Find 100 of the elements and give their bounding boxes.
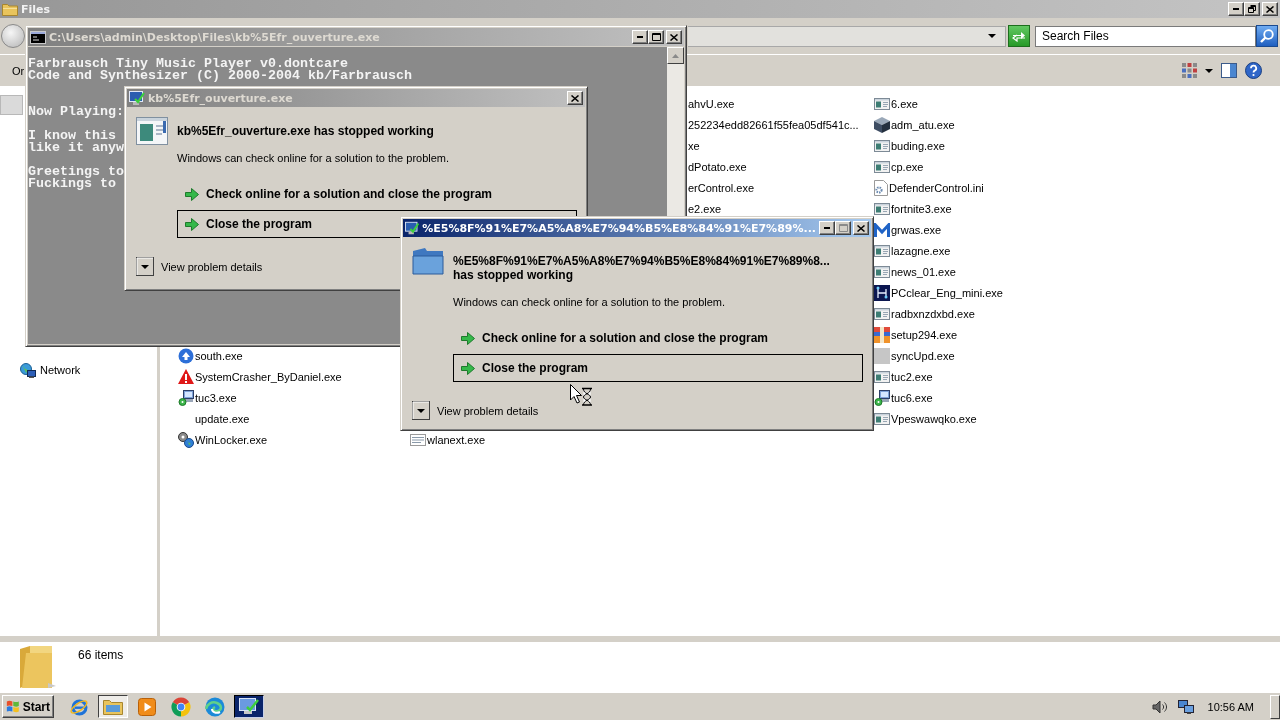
taskbar-app-button[interactable] xyxy=(98,695,128,718)
view-menu-button[interactable] xyxy=(1205,68,1213,73)
minimize-button[interactable] xyxy=(632,30,648,44)
file-item[interactable]: e2.exe xyxy=(688,200,722,217)
file-item[interactable]: south.exe xyxy=(178,347,243,364)
search-button[interactable] xyxy=(1256,25,1278,47)
file-item[interactable]: WinLocker.exe xyxy=(178,431,268,448)
arrow-right-icon xyxy=(461,331,475,345)
network-monitors-icon xyxy=(1177,699,1194,714)
maximize-button[interactable] xyxy=(835,221,851,235)
program-window-icon xyxy=(874,244,890,257)
help-button[interactable] xyxy=(1245,62,1262,79)
file-item[interactable]: SystemCrasher_ByDaniel.exe xyxy=(178,368,342,385)
program-window-icon xyxy=(874,97,890,110)
help-icon xyxy=(1245,62,1262,79)
busy-cursor-icon xyxy=(570,384,593,406)
console-line: Now Playing: xyxy=(28,106,124,118)
arrow-right-icon xyxy=(185,217,199,231)
file-item[interactable]: setup294.exe xyxy=(874,326,958,343)
restore-button[interactable] xyxy=(1244,2,1260,16)
dialog-heading: %E5%8F%91%E7%A5%A8%E7%94%B5%E8%84%91%E7%89%8... has stopped working xyxy=(453,254,831,282)
file-item[interactable]: adm_atu.exe xyxy=(874,116,955,133)
clock: 10:56 AM xyxy=(1207,700,1254,713)
file-item[interactable]: radbxnzdxbd.exe xyxy=(874,305,975,322)
file-item[interactable]: syncUpd.exe xyxy=(874,347,955,364)
expand-caret-icon xyxy=(136,257,154,276)
monitor-check-icon xyxy=(239,697,259,716)
view-details-button[interactable]: View problem details xyxy=(412,401,539,420)
grid-view-icon xyxy=(1182,63,1197,78)
dialog-option-button[interactable]: Close the program xyxy=(453,354,863,382)
blank-tile-icon xyxy=(874,347,890,364)
scroll-up-button[interactable] xyxy=(667,47,684,64)
minimize-button[interactable] xyxy=(819,221,835,235)
file-item[interactable]: xe xyxy=(688,137,700,154)
file-item[interactable]: DefenderControl.ini xyxy=(874,179,984,196)
tricolor-circle-icon xyxy=(171,696,191,717)
file-item[interactable]: 6.exe xyxy=(874,95,918,112)
dialog-option-button[interactable]: Check online for a solution and close the program xyxy=(453,324,863,352)
monitor-check-icon xyxy=(405,220,420,236)
address-field[interactable] xyxy=(688,25,1006,47)
file-item[interactable]: cp.exe xyxy=(874,158,924,175)
installer-icon xyxy=(874,389,890,406)
dialog-option-button[interactable]: Check online for a solution and close the program xyxy=(177,180,577,208)
installer-icon xyxy=(178,389,194,406)
file-item[interactable]: buding.exe xyxy=(874,137,945,154)
large-folder-icon xyxy=(18,645,56,689)
minimize-button[interactable] xyxy=(1228,2,1244,16)
preview-pane-icon xyxy=(1221,63,1237,78)
program-window-icon xyxy=(874,370,890,383)
file-item[interactable]: ahvU.exe xyxy=(688,95,735,112)
close-button[interactable] xyxy=(853,221,869,235)
close-button[interactable] xyxy=(666,30,682,44)
program-window-icon xyxy=(874,307,890,320)
file-item[interactable]: fortnite3.exe xyxy=(874,200,952,217)
gear-globe-icon xyxy=(178,431,194,448)
dropdown-caret-icon xyxy=(1205,68,1213,73)
restore-icon xyxy=(1248,5,1256,13)
console-line: Greetings to xyxy=(28,166,124,178)
file-item[interactable]: 252234edd82661f55fea05df541c... xyxy=(688,116,859,133)
taskbar-app-button[interactable] xyxy=(234,695,264,718)
warning-icon xyxy=(178,369,194,384)
file-item[interactable]: lazagne.exe xyxy=(874,242,951,259)
toolbar-menu-button[interactable]: Or xyxy=(12,64,25,77)
console-line: like it anyw xyxy=(28,142,124,154)
expand-caret-icon xyxy=(412,401,430,420)
maximize-button[interactable] xyxy=(648,30,664,44)
file-item[interactable]: tuc2.exe xyxy=(874,368,933,385)
console-line: Farbrausch Tiny Music Player v0.dontcare xyxy=(28,58,348,70)
file-item[interactable]: dPotato.exe xyxy=(688,158,747,175)
file-item[interactable]: wlanext.exe xyxy=(410,431,486,448)
nav-item[interactable]: Network xyxy=(16,360,85,380)
show-desktop-button[interactable] xyxy=(1270,694,1280,719)
file-item[interactable]: grwas.exe xyxy=(874,221,942,238)
swirl-icon xyxy=(205,696,225,717)
monitor-check-icon xyxy=(129,90,145,106)
program-window-icon xyxy=(874,412,890,425)
file-item[interactable]: news_01.exe xyxy=(874,263,956,280)
file-item[interactable]: PCclear_Eng_mini.exe xyxy=(874,284,1003,301)
cube-icon xyxy=(874,116,890,133)
back-button[interactable] xyxy=(1,24,25,48)
close-icon xyxy=(1266,5,1274,13)
dialog-message: Windows can check online for a solution to the problem. xyxy=(177,152,451,165)
file-item[interactable]: tuc3.exe xyxy=(178,389,237,406)
view-details-button[interactable]: View problem details xyxy=(136,257,263,276)
file-item[interactable]: erControl.exe xyxy=(688,179,755,196)
file-item[interactable]: Vpeswawqko.exe xyxy=(874,410,977,427)
preview-pane-button[interactable] xyxy=(1221,63,1237,78)
program-window-icon xyxy=(136,117,168,145)
windows-flag-icon xyxy=(6,699,20,714)
file-item[interactable]: update.exe xyxy=(178,410,250,427)
refresh-button[interactable] xyxy=(1008,25,1030,47)
file-item[interactable]: tuc6.exe xyxy=(874,389,933,406)
view-options-button[interactable] xyxy=(1182,63,1197,78)
globe-monitor-icon xyxy=(20,362,36,378)
search-field[interactable]: Search Files xyxy=(1035,25,1256,47)
document-lines-icon xyxy=(410,433,426,446)
close-button[interactable] xyxy=(1262,2,1278,16)
close-button[interactable] xyxy=(567,91,583,105)
item-count: 66 items xyxy=(78,648,124,662)
start-button[interactable]: Start xyxy=(2,695,54,718)
